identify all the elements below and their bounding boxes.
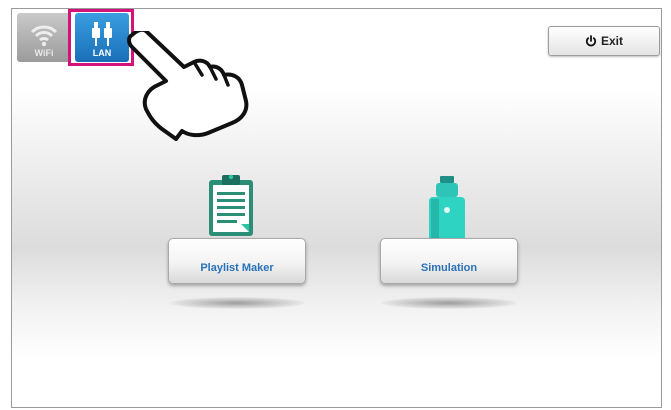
playlist-button-shadow	[169, 297, 305, 309]
exit-label: Exit	[600, 34, 623, 48]
app-screen: WiFi LAN Exit Playlist Maker Simulation	[11, 8, 662, 408]
power-icon	[585, 35, 597, 47]
wifi-button[interactable]: WiFi	[17, 13, 71, 62]
playlist-maker-label: Playlist Maker	[200, 262, 274, 274]
wifi-icon	[30, 25, 58, 47]
simulation-button[interactable]: Simulation	[380, 238, 518, 284]
playlist-maker-button[interactable]: Playlist Maker	[168, 238, 306, 284]
simulation-button-shadow	[381, 297, 517, 309]
exit-button[interactable]: Exit	[548, 26, 660, 56]
clipboard-icon	[209, 174, 253, 236]
simulation-label: Simulation	[420, 262, 478, 274]
pointing-hand-icon	[127, 31, 249, 141]
wifi-label: WiFi	[34, 48, 54, 58]
